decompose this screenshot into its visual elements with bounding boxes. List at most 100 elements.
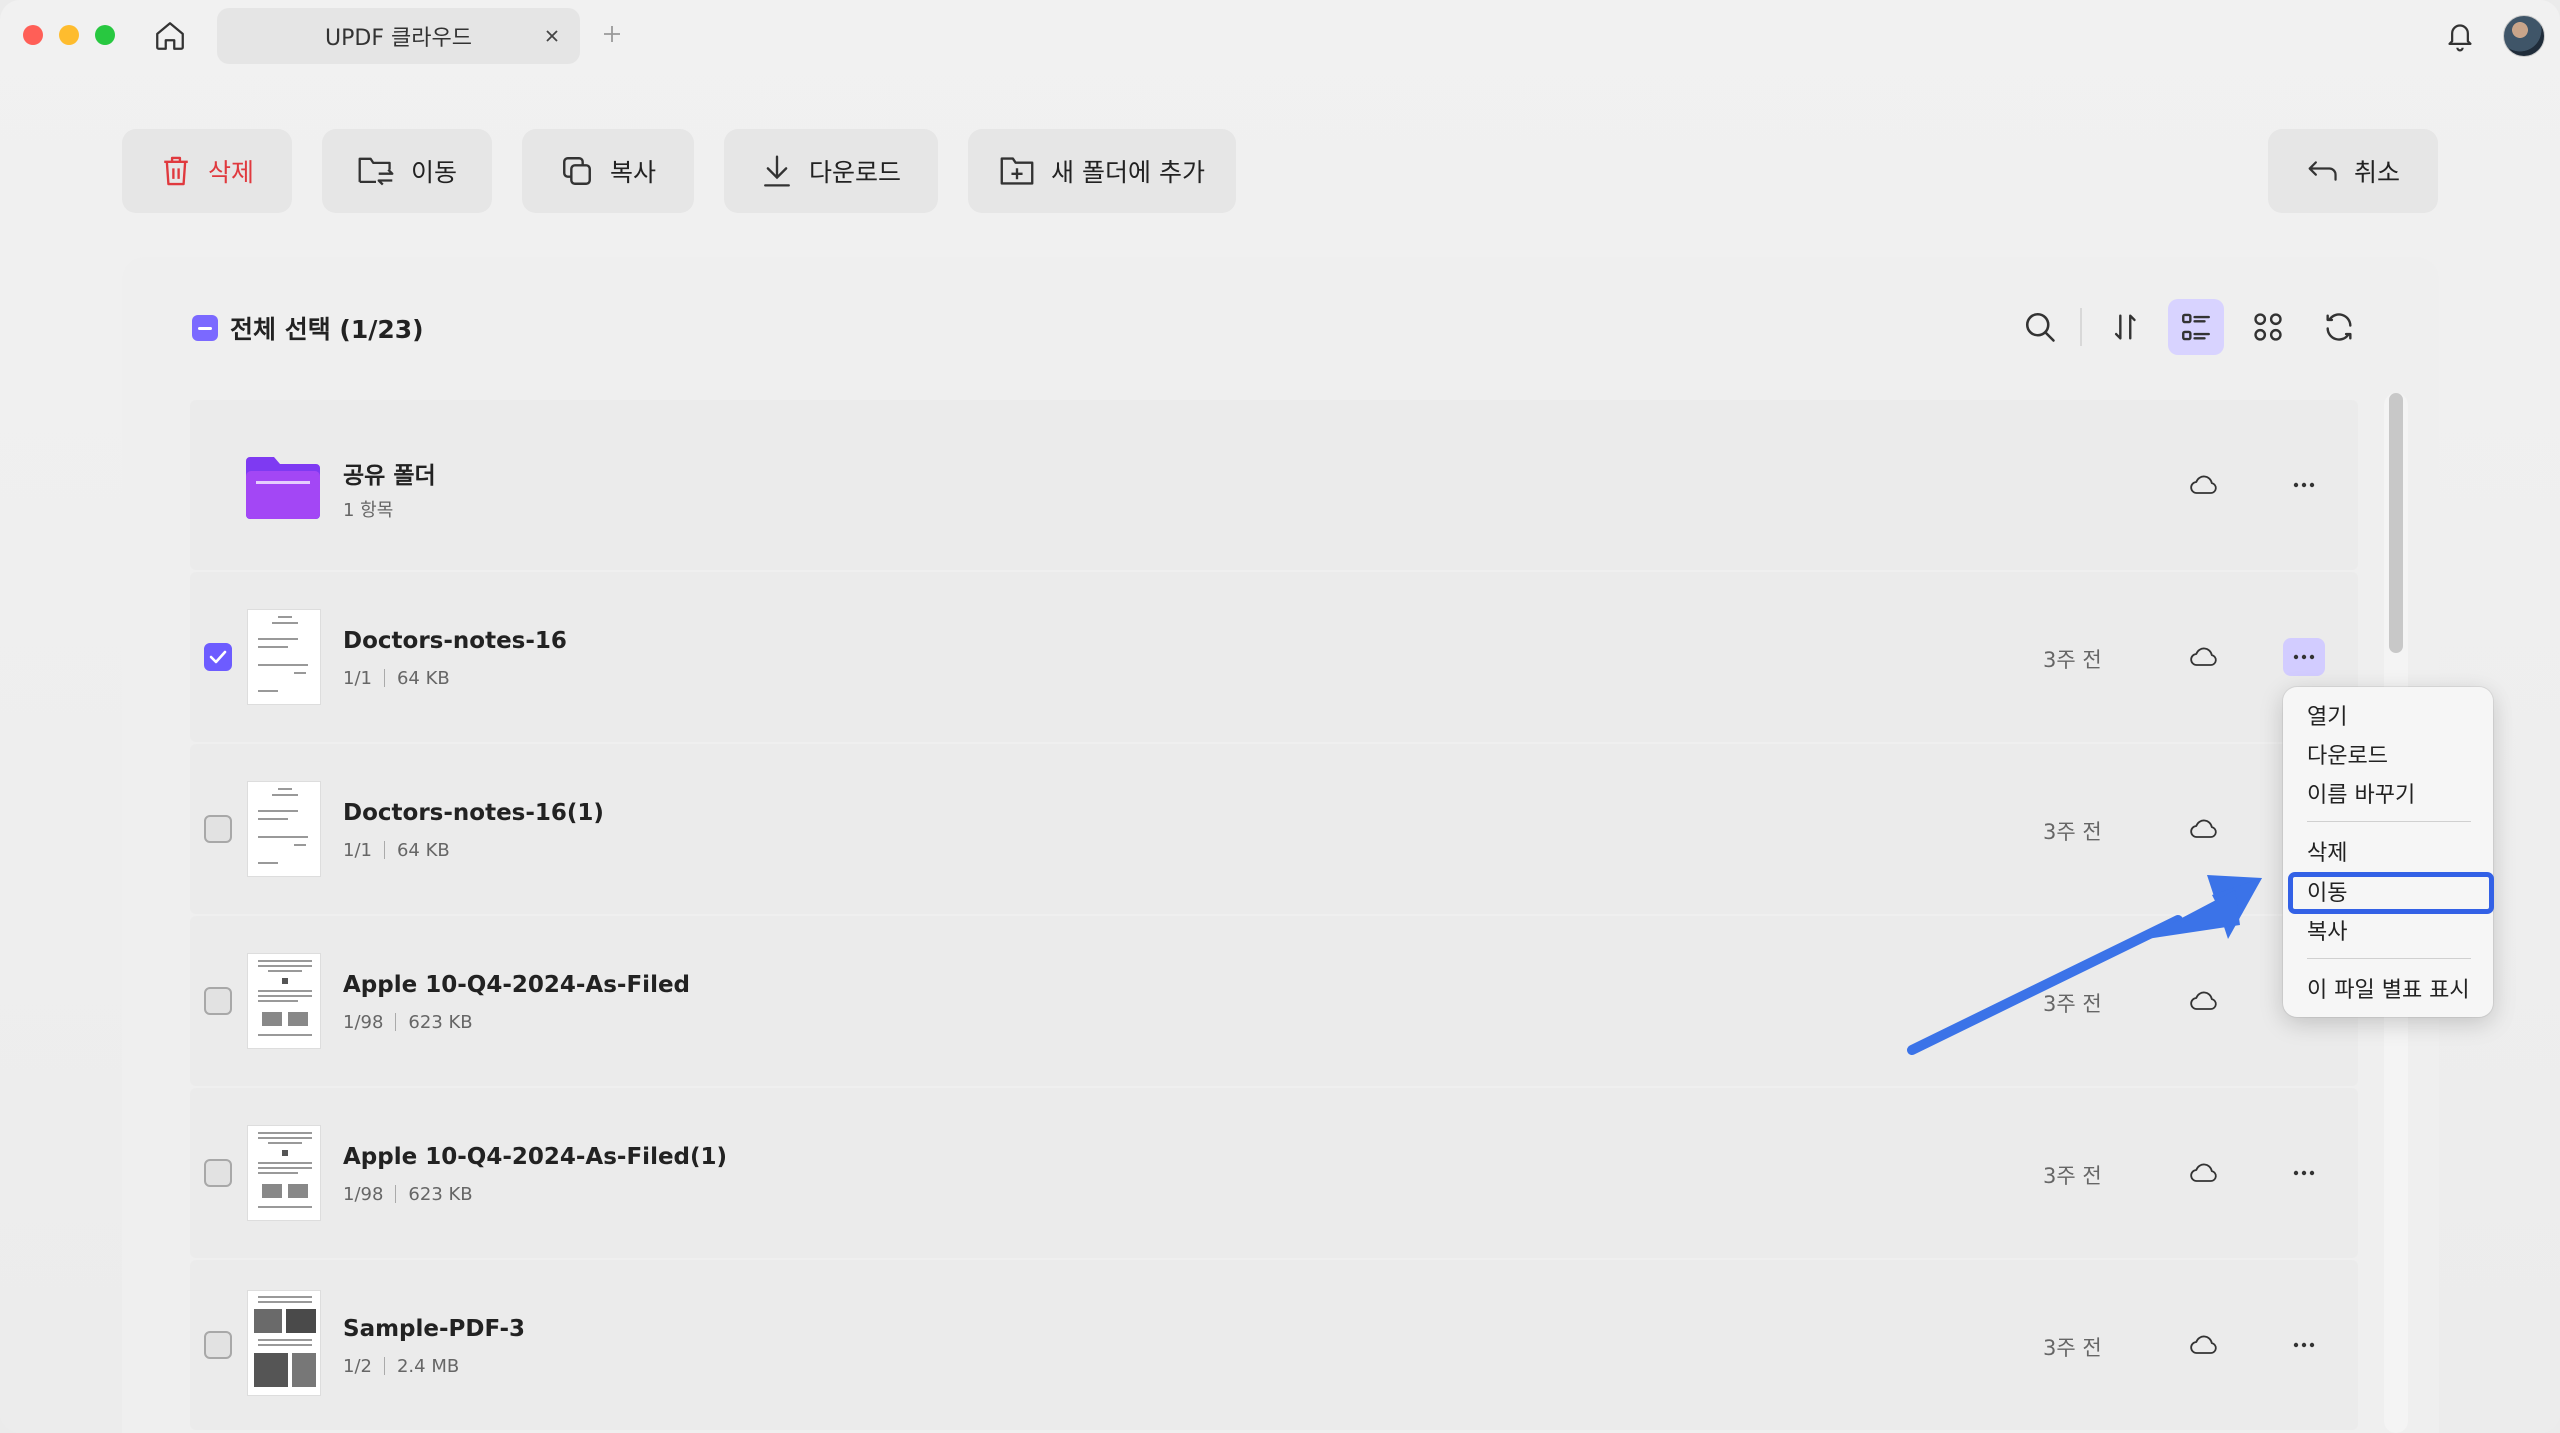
list-view-icon[interactable] (2168, 299, 2224, 355)
avatar[interactable] (2503, 15, 2545, 57)
search-icon[interactable] (2012, 299, 2068, 355)
list-item[interactable]: Sample-PDF-3 1/2 2.4 MB 3주 전 (190, 1260, 2358, 1430)
cloud-icon (2187, 1158, 2221, 1188)
file-thumbnail (247, 953, 321, 1049)
file-list: 공유 폴더 1 항목 Doctors-notes-16 1/1 64 KB 3주… (190, 400, 2358, 1433)
more-options-button[interactable] (2283, 466, 2325, 504)
page-info: 1/98 (343, 1012, 384, 1033)
copy-label: 복사 (609, 158, 656, 187)
item-count: 1 항목 (343, 500, 394, 521)
add-to-new-folder-button[interactable]: 새 폴더에 추가 (968, 129, 1236, 213)
select-all-checkbox[interactable] (192, 315, 218, 341)
menu-divider (2307, 958, 2471, 959)
file-size: 2.4 MB (396, 1356, 460, 1377)
title-bar: UPDF 클라우드 (0, 0, 2560, 72)
file-size: 623 KB (408, 1012, 473, 1033)
move-button[interactable]: 이동 (322, 129, 492, 213)
file-meta: 1 항목 (343, 496, 393, 522)
plus-icon[interactable] (596, 18, 628, 50)
cloud-icon (2187, 470, 2221, 500)
zoom-window-button[interactable] (95, 25, 115, 45)
list-item[interactable]: Apple 10-Q4-2024-As-Filed(1) 1/98 623 KB … (190, 1088, 2358, 1258)
menu-item-rename[interactable]: 이름 바꾸기 (2307, 777, 2415, 809)
move-label: 이동 (410, 158, 457, 187)
undo-arrow-icon (2308, 161, 2337, 181)
tab-updf-cloud[interactable]: UPDF 클라우드 (217, 8, 580, 64)
copy-button[interactable]: 복사 (522, 129, 694, 213)
file-thumbnail (247, 781, 321, 877)
file-date: 3주 전 (2043, 992, 2102, 1016)
grid-view-icon[interactable] (2240, 299, 2296, 355)
menu-item-delete[interactable]: 삭제 (2307, 835, 2347, 867)
folder-move-icon (358, 157, 394, 186)
menu-item-download[interactable]: 다운로드 (2307, 738, 2388, 770)
list-item[interactable]: Doctors-notes-16 1/1 64 KB 3주 전 (190, 572, 2358, 742)
folder-icon (246, 453, 320, 523)
file-meta: 1/2 2.4 MB (343, 1356, 459, 1377)
page-info: 1/98 (343, 1184, 384, 1205)
page-info: 1/1 (343, 668, 372, 689)
file-date: 3주 전 (2043, 1336, 2102, 1360)
more-options-button[interactable] (2283, 1326, 2325, 1364)
close-icon[interactable] (538, 22, 566, 50)
file-size: 64 KB (396, 668, 450, 689)
download-button[interactable]: 다운로드 (724, 129, 938, 213)
download-icon (764, 155, 790, 187)
row-checkbox[interactable] (204, 987, 232, 1015)
cancel-button[interactable]: 취소 (2268, 129, 2438, 213)
cloud-icon (2187, 1330, 2221, 1360)
file-meta: 1/98 623 KB (343, 1012, 473, 1033)
file-name: Apple 10-Q4-2024-As-Filed(1) (343, 1144, 728, 1170)
file-meta: 1/98 623 KB (343, 1184, 473, 1205)
trash-icon (164, 156, 188, 186)
close-window-button[interactable] (23, 25, 43, 45)
file-date: 3주 전 (2043, 648, 2102, 672)
file-name: Doctors-notes-16 (343, 628, 567, 654)
list-item[interactable]: Apple 10-Q4-2024-As-Filed 1/98 623 KB 3주 … (190, 916, 2358, 1086)
row-checkbox[interactable] (204, 1331, 232, 1359)
delete-label: 삭제 (207, 158, 254, 187)
app-window: UPDF 클라우드 삭제 이동 복사 다운로드 새 폴더에 추가 취소 전체 선… (0, 0, 2560, 1433)
cloud-icon (2187, 642, 2221, 672)
more-options-button[interactable] (2283, 1154, 2325, 1192)
file-name: Sample-PDF-3 (343, 1316, 526, 1342)
bell-icon[interactable] (2440, 16, 2480, 56)
file-date: 3주 전 (2043, 820, 2102, 844)
add-to-new-folder-label: 새 폴더에 추가 (1051, 158, 1205, 187)
highlight-box (2288, 872, 2494, 914)
copy-icon (563, 157, 591, 185)
file-size: 64 KB (396, 840, 450, 861)
minimize-window-button[interactable] (59, 25, 79, 45)
more-options-button[interactable] (2283, 638, 2325, 676)
file-name: Doctors-notes-16(1) (343, 800, 604, 826)
row-checkbox[interactable] (204, 815, 232, 843)
file-meta: 1/1 64 KB (343, 840, 450, 861)
file-size: 623 KB (408, 1184, 473, 1205)
row-checkbox[interactable] (204, 1159, 232, 1187)
cloud-icon (2187, 986, 2221, 1016)
refresh-icon[interactable] (2311, 299, 2367, 355)
delete-button[interactable]: 삭제 (122, 129, 292, 213)
menu-item-copy[interactable]: 복사 (2307, 914, 2347, 946)
sort-icon[interactable] (2098, 299, 2154, 355)
menu-divider (2307, 821, 2471, 822)
list-item[interactable]: Doctors-notes-16(1) 1/1 64 KB 3주 전 (190, 744, 2358, 914)
menu-item-open[interactable]: 열기 (2307, 699, 2347, 731)
select-all-toggle[interactable]: 전체 선택 (1/23) (192, 310, 424, 346)
home-icon[interactable] (150, 16, 190, 56)
menu-item-star[interactable]: 이 파일 별표 표시 (2307, 972, 2470, 1004)
page-info: 1/2 (343, 1356, 372, 1377)
file-name: 공유 폴더 (343, 463, 436, 489)
list-item[interactable]: 공유 폴더 1 항목 (190, 400, 2358, 570)
file-name: Apple 10-Q4-2024-As-Filed (343, 972, 691, 998)
cloud-icon (2187, 814, 2221, 844)
download-label: 다운로드 (808, 158, 901, 187)
cancel-label: 취소 (2353, 158, 2400, 187)
scrollbar-thumb[interactable] (2389, 393, 2403, 653)
row-checkbox[interactable] (204, 643, 232, 671)
file-thumbnail (247, 609, 321, 705)
folder-plus-icon (1000, 157, 1034, 185)
file-date: 3주 전 (2043, 1164, 2102, 1188)
select-all-label: 전체 선택 (1/23) (230, 315, 424, 344)
toolbar-divider (2080, 308, 2082, 346)
